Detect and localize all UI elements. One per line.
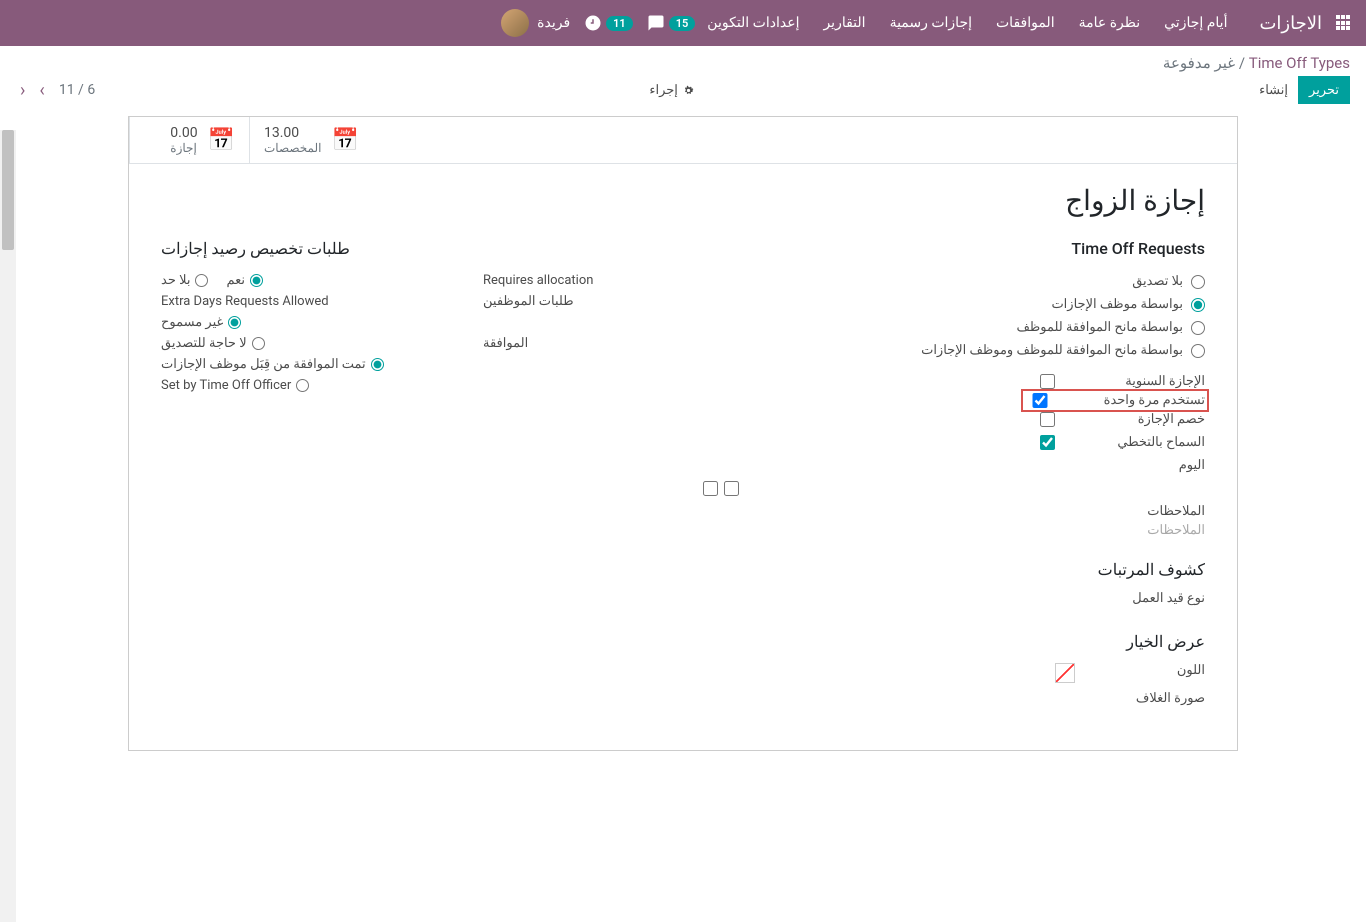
color-swatch[interactable]	[1055, 663, 1075, 683]
annual-leave-label: الإجازة السنوية	[1055, 374, 1205, 389]
nav-reports[interactable]: التقارير	[811, 15, 877, 31]
cover-image-label: صورة الغلاف	[703, 687, 1205, 710]
req-opt-none[interactable]: بلا تصديق	[703, 270, 1205, 293]
allow-skip-checkbox[interactable]	[1040, 435, 1055, 450]
used-once-checkbox[interactable]	[1025, 393, 1055, 408]
action-menu[interactable]: إجراء	[649, 83, 695, 98]
activity-badge[interactable]: 11	[584, 14, 633, 32]
stat-allocations[interactable]: 📅 13.00 المخصصات	[249, 117, 373, 163]
extra-days-not-allowed[interactable]: غير مسموح	[161, 315, 241, 330]
day-label: اليوم	[703, 454, 1205, 477]
breadcrumb-sep: /	[1235, 54, 1245, 72]
nav-configuration[interactable]: إعدادات التكوين	[695, 15, 811, 31]
annual-leave-row: الإجازة السنوية	[703, 370, 1205, 393]
stat-leave-label: إجازة	[170, 141, 197, 155]
payroll-section-title: كشوف المرتبات	[703, 560, 1205, 579]
requests-group-title: Time Off Requests	[703, 239, 1205, 258]
allow-skip-label: السماح بالتخطي	[1055, 435, 1205, 450]
alloc-group-title: طلبات تخصيص رصيد إجازات	[161, 239, 663, 258]
messaging-badge[interactable]: 15	[647, 14, 696, 32]
calendar-icon: 📅	[331, 128, 358, 153]
notes-value[interactable]: الملاحظات	[703, 523, 1205, 538]
create-button[interactable]: إنشاء	[1249, 77, 1298, 103]
deduct-row: خصم الإجازة	[703, 408, 1205, 431]
edit-button[interactable]: تحرير	[1298, 76, 1350, 104]
apps-icon[interactable]	[1334, 15, 1350, 31]
annual-leave-checkbox[interactable]	[1040, 374, 1055, 389]
nav-approvals[interactable]: الموافقات	[984, 15, 1067, 31]
chat-icon	[647, 14, 665, 32]
work-entry-label: نوع قيد العمل	[703, 587, 1205, 610]
approval-set-by-officer[interactable]: Set by Time Off Officer	[161, 378, 309, 393]
user-menu[interactable]: فريدة	[501, 9, 570, 37]
extra-days-label: Extra Days Requests Allowed	[161, 294, 329, 309]
app-brand[interactable]: الاجازات	[1259, 13, 1322, 34]
requires-alloc-nolimit[interactable]: بلا حد	[161, 273, 208, 288]
req-opt-approver[interactable]: بواسطة مانح الموافقة للموظف	[703, 316, 1205, 339]
req-opt-officer[interactable]: بواسطة موظف الإجازات	[703, 293, 1205, 316]
action-label: إجراء	[649, 83, 678, 98]
stat-leave-num: 0.00	[170, 125, 197, 141]
nav-public-holidays[interactable]: إجازات رسمية	[878, 15, 984, 31]
display-section-title: عرض الخيار	[703, 632, 1205, 651]
approval-none[interactable]: لا حاجة للتصديق	[161, 336, 265, 351]
deduct-label: خصم الإجازة	[1055, 412, 1205, 427]
pager-prev[interactable]: ›	[35, 80, 48, 101]
calendar-icon: 📅	[208, 128, 235, 153]
day-checkbox-1[interactable]	[703, 481, 718, 496]
approval-label: الموافقة	[483, 336, 663, 351]
avatar	[501, 9, 529, 37]
requires-alloc-yes[interactable]: نعم	[226, 273, 263, 288]
breadcrumb: Time Off Types / غير مدفوعة	[16, 54, 1350, 72]
scrollbar[interactable]	[0, 130, 16, 922]
top-nav: الاجازات أيام إجازتي نظرة عامة الموافقات…	[0, 0, 1366, 46]
color-label: اللون	[1085, 663, 1205, 678]
allow-skip-row: السماح بالتخطي	[703, 431, 1205, 454]
stat-alloc-label: المخصصات	[264, 141, 321, 155]
notes-label: الملاحظات	[703, 500, 1205, 523]
used-once-label: تستخدم مرة واحدة	[1055, 393, 1205, 408]
stat-alloc-num: 13.00	[264, 125, 321, 141]
col-right: Time Off Requests بلا تصديق بواسطة موظف …	[703, 239, 1205, 710]
day-checkbox-2[interactable]	[724, 481, 739, 496]
gear-icon	[682, 84, 695, 97]
used-once-row: تستخدم مرة واحدة	[703, 393, 1205, 408]
pager-text: 6 / 11	[59, 82, 95, 98]
activity-count: 11	[606, 16, 633, 31]
stat-leaves[interactable]: 📅 0.00 إجازة	[129, 117, 249, 163]
pager-next[interactable]: ‹	[16, 80, 29, 101]
username: فريدة	[537, 15, 570, 31]
clock-icon	[584, 14, 602, 32]
req-opt-both[interactable]: بواسطة مانح الموافقة للموظف وموظف الإجاز…	[703, 339, 1205, 362]
message-count: 15	[669, 16, 696, 31]
requires-alloc-label: Requires allocation	[483, 273, 663, 288]
nav-my-time-off[interactable]: أيام إجازتي	[1152, 15, 1239, 31]
emp-req-label: طلبات الموظفين	[483, 294, 663, 309]
control-bar: تحرير إنشاء إجراء 6 / 11 › ‹	[0, 72, 1366, 116]
topnav-user-area: 15 11 فريدة	[501, 9, 695, 37]
breadcrumb-root[interactable]: Time Off Types	[1249, 54, 1350, 72]
breadcrumb-bar: Time Off Types / غير مدفوعة	[0, 46, 1366, 72]
breadcrumb-current: غير مدفوعة	[1163, 54, 1235, 72]
approval-officer[interactable]: تمت الموافقة من قِبَل موظف الإجازات	[161, 357, 384, 372]
pager: 6 / 11 › ‹	[16, 80, 95, 101]
col-left: طلبات تخصيص رصيد إجازات Requires allocat…	[161, 239, 663, 710]
scroll-thumb[interactable]	[2, 130, 14, 250]
record-title: إجازة الزواج	[161, 184, 1205, 217]
nav-overview[interactable]: نظرة عامة	[1067, 15, 1153, 31]
deduct-checkbox[interactable]	[1040, 412, 1055, 427]
stat-buttons: 📅 13.00 المخصصات 📅 0.00 إجازة	[129, 117, 1237, 164]
form-sheet: 📅 13.00 المخصصات 📅 0.00 إجازة إجازة الزو…	[128, 116, 1238, 751]
